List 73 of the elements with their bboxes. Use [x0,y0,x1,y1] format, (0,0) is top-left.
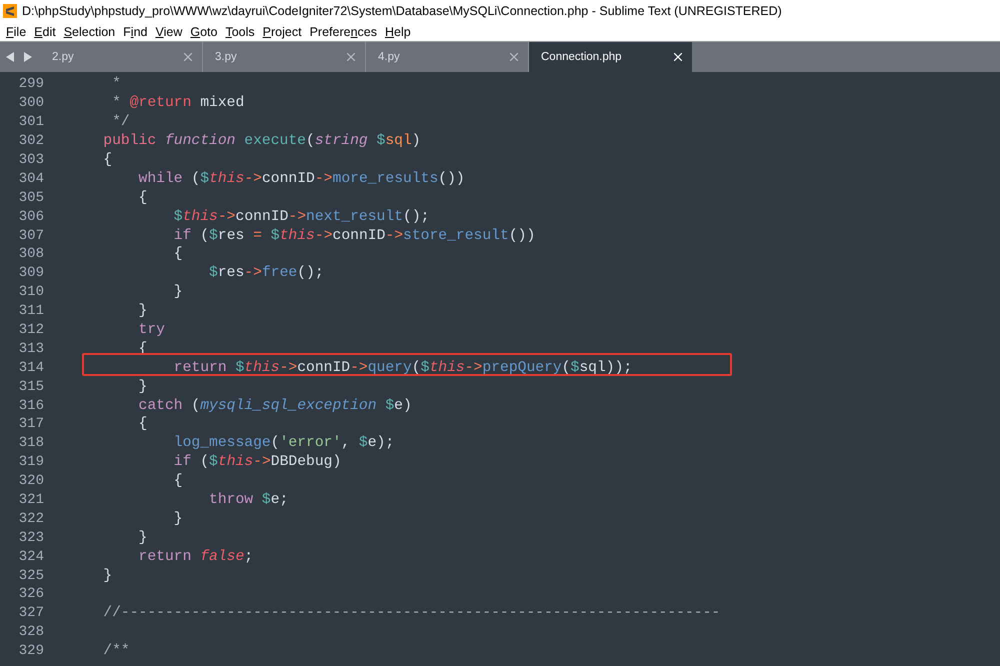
code-line: { [138,416,148,432]
code-line: if ($this->DBDebug) [172,454,342,470]
line-number: 324 [18,548,44,565]
line-number: 321 [18,492,44,508]
code-line: * @return mixed [111,95,244,112]
line-number: 315 [18,378,44,395]
menu-item[interactable]: Edit [30,24,60,38]
code-line: $res->free(); [208,265,324,282]
line-number: 310 [18,284,44,300]
code-line: * [111,76,121,92]
code-line: } [138,378,148,395]
line-number: 323 [18,530,44,546]
code-line: /** [102,643,130,660]
code-line: //-------------------------------------------------------------------- [102,605,720,622]
code-line: { [102,152,112,168]
code-line: } [172,284,183,300]
menu-item[interactable]: Goto [186,24,222,38]
line-number: 318 [18,435,44,452]
line-number: 329 [18,643,44,660]
line-number: 320 [18,473,44,490]
line-number: 326 [18,586,44,602]
code-line: { [172,473,183,490]
line-number: 316 [18,398,44,414]
code-line: if ($res = $this->connID->store_result()) [172,228,536,244]
line-number: 327 [18,605,44,622]
code-line: while ($this->connID->more_results()) [138,170,465,187]
menu-item[interactable]: Help [381,24,415,38]
line-number: 307 [18,228,44,244]
line-number: 309 [18,265,44,282]
code-line: } [138,530,148,546]
code-line: return $this->connID->query($this->prepQuery($sql)); [172,360,632,376]
code-line: { [138,190,148,206]
line-number: 319 [18,454,44,470]
line-number: 300 [18,95,44,112]
menu-item[interactable]: File [2,24,30,38]
code-line: return false; [138,548,254,565]
code-line: */ [111,114,130,130]
code-line: } [102,568,112,584]
code-line: { [172,246,183,262]
menu-item[interactable]: Find [119,24,152,38]
code-line: } [172,510,183,527]
code-line: try [138,322,165,338]
line-number: 311 [18,303,44,320]
menu-item[interactable]: View [151,24,186,38]
tab-navigation-arrows-icon[interactable] [6,52,32,62]
line-number: 299 [18,76,44,92]
line-number: 302 [18,133,44,150]
line-number: 306 [18,208,44,225]
line-number: 322 [18,510,44,527]
line-number: 312 [18,322,44,338]
window-title: D:\phpStudy\phpstudy_pro\WWW\wz\dayrui\CodeIgniter72\System\Database\MySQLi\Connection.php - Sublime Text (UNREGISTERED) [22,4,782,18]
app-logo-icon [3,4,17,18]
menu-item[interactable]: Selection [60,24,120,38]
line-number: 305 [18,190,44,206]
file-tab[interactable]: Connection.php [529,42,692,72]
line-number: 328 [18,624,44,640]
code-line: log_message('error', $e); [172,435,394,452]
menu-item[interactable]: Project [258,24,306,38]
code-line: public function execute(string $sql) [102,133,421,150]
code-line: } [138,303,148,320]
code-line: throw $e; [208,492,288,508]
line-number: 313 [18,340,44,357]
line-number: 314 [18,360,44,376]
line-number: 325 [18,568,44,584]
line-number: 301 [18,114,44,130]
line-number: 308 [18,246,44,262]
line-number: 303 [18,152,44,168]
line-number: 304 [18,170,44,187]
code-line: catch (mysqli_sql_exception $e) [138,398,412,414]
menu-item[interactable]: Preferences [306,24,381,38]
code-line: $this->connID->next_result(); [172,208,430,225]
menu-item[interactable]: Tools [221,24,259,38]
line-number: 317 [18,416,44,432]
